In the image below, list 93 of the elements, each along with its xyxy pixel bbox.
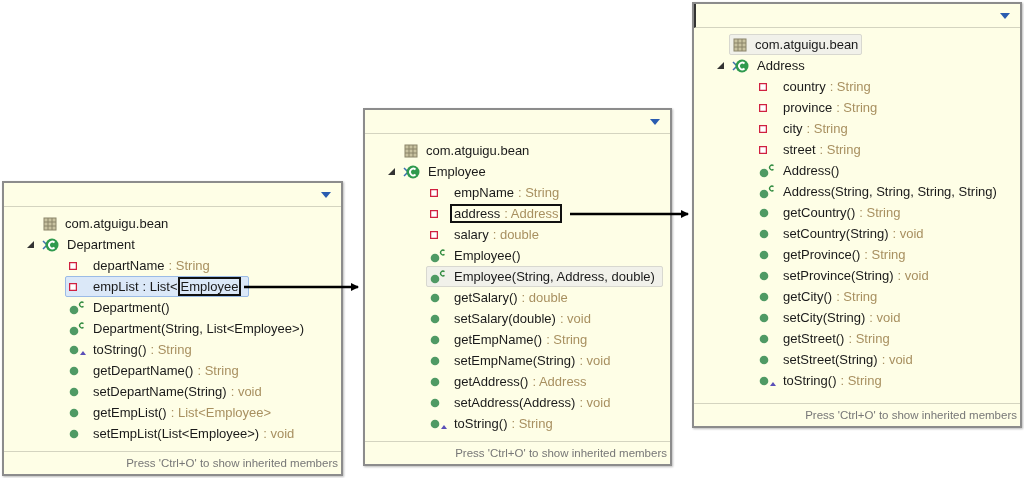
field-icon [759, 103, 767, 112]
method-icon [759, 333, 769, 344]
field-icon [759, 124, 767, 133]
field-icon [759, 82, 767, 91]
member-item[interactable]: Department(String, List<Employee>) [65, 318, 312, 339]
field-icon [759, 145, 767, 154]
method-icon [430, 313, 440, 324]
class-icon [732, 57, 750, 74]
member-item[interactable]: toString() : String [426, 413, 561, 434]
method-icon [759, 228, 769, 239]
member-item[interactable]: setSalary(double) : void [426, 308, 599, 329]
constructor-icon [69, 321, 85, 336]
member-item[interactable]: departName : String [65, 255, 218, 276]
member-item[interactable]: province : String [755, 97, 886, 118]
class-item[interactable]: Address [753, 55, 809, 76]
field-icon [430, 230, 438, 239]
collapse-icon[interactable] [26, 241, 34, 248]
method-icon [430, 376, 440, 387]
member-item[interactable]: getProvince() : String [755, 244, 914, 265]
member-item[interactable]: setStreet(String) : void [755, 349, 921, 370]
package-icon [733, 37, 747, 52]
member-item[interactable]: city : String [755, 118, 856, 139]
member-item[interactable]: setCity(String) : void [755, 307, 909, 328]
field-icon [430, 209, 438, 218]
override-method-icon [69, 343, 87, 356]
constructor-icon [69, 300, 85, 315]
class-icon [42, 236, 60, 253]
method-icon [69, 407, 79, 418]
member-item[interactable]: getStreet() : String [755, 328, 898, 349]
class-item[interactable]: Employee [424, 161, 490, 182]
member-item[interactable]: getCountry() : String [755, 202, 909, 223]
class-item[interactable]: Department [63, 234, 139, 255]
method-icon [430, 334, 440, 345]
collapse-icon[interactable] [716, 62, 724, 69]
dropdown-icon[interactable] [650, 118, 660, 125]
member-item[interactable]: Address() [755, 160, 848, 181]
package-icon [404, 143, 418, 158]
method-icon [69, 428, 79, 439]
filter-field[interactable] [694, 4, 1020, 28]
dropdown-icon[interactable] [321, 191, 331, 198]
hint-text: Press 'Ctrl+O' to show inherited members [4, 451, 341, 474]
method-icon [430, 292, 440, 303]
constructor-icon [430, 269, 446, 284]
member-item[interactable]: empList : List< Employee [65, 276, 250, 297]
member-item[interactable]: salary : double [426, 224, 547, 245]
method-icon [759, 207, 769, 218]
constructor-icon [759, 184, 775, 199]
member-item[interactable]: getCity() : String [755, 286, 886, 307]
method-icon [759, 354, 769, 365]
override-method-icon [430, 417, 448, 430]
method-icon [759, 249, 769, 260]
package-item[interactable]: com.atguigu.bean [729, 34, 863, 55]
member-item[interactable]: getEmpList() : List<Employee> [65, 402, 280, 423]
field-icon [69, 261, 77, 270]
method-icon [69, 386, 79, 397]
member-item[interactable]: country : String [755, 76, 879, 97]
member-item[interactable]: setEmpName(String) : void [426, 350, 619, 371]
member-item[interactable]: street : String [755, 139, 869, 160]
member-item[interactable]: setDepartName(String) : void [65, 381, 270, 402]
package-icon [43, 216, 57, 231]
method-icon [430, 355, 440, 366]
method-icon [759, 291, 769, 302]
member-item[interactable]: Employee(String, Address, double) [426, 266, 663, 287]
member-item[interactable]: Address(String, String, String, String) [755, 181, 1005, 202]
member-item[interactable]: toString() : String [755, 370, 890, 391]
member-item[interactable]: setEmpList(List<Employee>) : void [65, 423, 303, 444]
dropdown-icon[interactable] [1000, 12, 1010, 19]
method-icon [69, 365, 79, 376]
override-method-icon [759, 374, 777, 387]
member-item[interactable]: Department() [65, 297, 178, 318]
package-item[interactable]: com.atguigu.bean [39, 213, 173, 234]
field-icon [69, 282, 77, 291]
member-item[interactable]: Employee() [426, 245, 529, 266]
member-item[interactable]: setCountry(String) : void [755, 223, 932, 244]
method-icon [430, 397, 440, 408]
class-icon [403, 163, 421, 180]
member-item[interactable]: setAddress(Address) : void [426, 392, 619, 413]
member-item[interactable]: getDepartName() : String [65, 360, 247, 381]
field-icon [430, 188, 438, 197]
member-item[interactable]: getSalary() : double [426, 287, 576, 308]
collapse-icon[interactable] [387, 168, 395, 175]
hint-text: Press 'Ctrl+O' to show inherited members [694, 403, 1020, 426]
package-item[interactable]: com.atguigu.bean [400, 140, 534, 161]
hint-text: Press 'Ctrl+O' to show inherited members [365, 441, 670, 464]
member-item[interactable]: getAddress() : Address [426, 371, 595, 392]
member-item[interactable]: toString() : String [65, 339, 200, 360]
member-item[interactable]: setProvince(String) : void [755, 265, 937, 286]
method-icon [759, 312, 769, 323]
member-item[interactable]: empName : String [426, 182, 568, 203]
method-icon [759, 270, 769, 281]
constructor-icon [759, 163, 775, 178]
member-item[interactable]: getEmpName() : String [426, 329, 596, 350]
constructor-icon [430, 248, 446, 263]
